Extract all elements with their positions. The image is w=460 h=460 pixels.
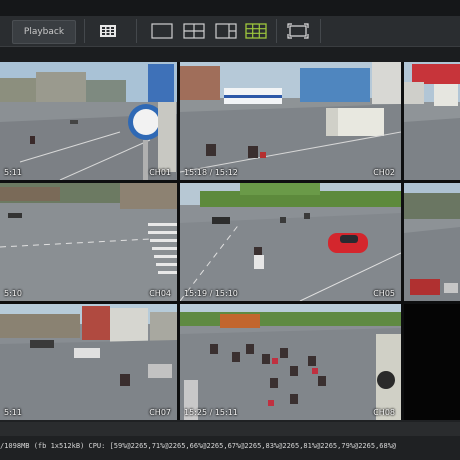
toolbar-divider [84, 19, 85, 43]
timestamp-label: 15:25 / 15:11 [184, 408, 238, 417]
camera-view-ch05[interactable]: 15:19 / 15:10 CH05 [180, 183, 401, 301]
toolbar-divider [320, 19, 321, 43]
layout-9-icon[interactable] [244, 22, 268, 40]
camera-feed-image [180, 62, 401, 180]
timestamp-label: 5:11 [4, 408, 22, 417]
camera-feed-image [0, 62, 177, 180]
channel-label: CH07 [149, 408, 171, 417]
camera-feed-image [0, 183, 177, 301]
layout-6-icon[interactable] [214, 22, 238, 40]
toolbar-divider [276, 19, 277, 43]
status-bar: /1098MB (fb 1x512kB) CPU: [59%@2265,71%@… [0, 420, 460, 460]
camera-view-ch09[interactable] [404, 304, 460, 420]
camera-view-ch03[interactable] [404, 62, 460, 180]
toolbar: Playback [0, 16, 460, 47]
channel-label: CH01 [149, 168, 171, 177]
camera-view-ch06[interactable] [404, 183, 460, 301]
camera-view-ch01[interactable]: 5:11 CH01 [0, 62, 177, 180]
channel-label: CH04 [149, 289, 171, 298]
camera-grid: 5:11 CH01 15:18 / 15:12 CH02 5:10 CH04 1… [0, 62, 460, 420]
channel-label: CH02 [373, 168, 395, 177]
camera-feed-image [404, 183, 460, 301]
toolbar-divider [136, 19, 137, 43]
timestamp-label: 15:18 / 15:12 [184, 168, 238, 177]
layout-4-icon[interactable] [182, 22, 206, 40]
camera-view-ch04[interactable]: 5:10 CH04 [0, 183, 177, 301]
status-strip [0, 422, 460, 436]
layout-1-icon[interactable] [150, 22, 174, 40]
camera-view-ch07[interactable]: 5:11 CH07 [0, 304, 177, 420]
channel-label: CH08 [373, 408, 395, 417]
playback-button[interactable]: Playback [12, 20, 76, 44]
dvr-viewer-window: Playback 5:11 CH01 15:18 / 15:12 CH02 5:… [0, 0, 460, 460]
calendar-grid-icon[interactable] [98, 22, 118, 40]
fullscreen-icon[interactable] [286, 22, 310, 40]
camera-view-ch02[interactable]: 15:18 / 15:12 CH02 [180, 62, 401, 180]
camera-view-ch08[interactable]: 15:25 / 15:11 CH08 [180, 304, 401, 420]
timestamp-label: 15:19 / 15:10 [184, 289, 238, 298]
camera-feed-image [0, 304, 177, 420]
title-strip [0, 0, 460, 16]
system-status-text: /1098MB (fb 1x512kB) CPU: [59%@2265,71%@… [0, 442, 397, 450]
camera-feed-image [404, 62, 460, 180]
channel-label: CH05 [373, 289, 395, 298]
camera-feed-image [180, 304, 401, 420]
timestamp-label: 5:11 [4, 168, 22, 177]
timestamp-label: 5:10 [4, 289, 22, 298]
camera-feed-image [180, 183, 401, 301]
